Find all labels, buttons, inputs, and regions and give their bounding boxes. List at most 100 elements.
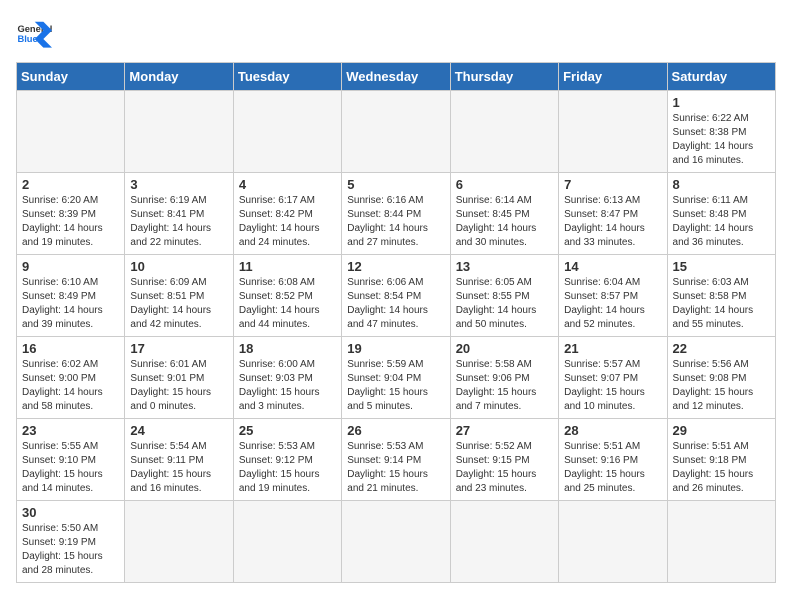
calendar-cell: 22 Sunrise: 5:56 AM Sunset: 9:08 PM Dayli…: [667, 337, 775, 419]
day-info: Sunrise: 6:16 AM Sunset: 8:44 PM Dayligh…: [347, 194, 444, 250]
calendar-cell: [233, 91, 341, 173]
svg-text:Blue: Blue: [17, 34, 37, 44]
calendar-cell: 13 Sunrise: 6:05 AM Sunset: 8:55 PM Dayli…: [450, 255, 558, 337]
calendar-cell: 24Sunrise: 5:54 AM Sunset: 9:11 PM Dayli…: [125, 419, 233, 501]
day-info: Sunrise: 6:19 AM Sunset: 8:41 PM Dayligh…: [130, 194, 227, 250]
calendar-cell: [559, 91, 667, 173]
day-number: 30: [22, 505, 119, 520]
calendar-table: SundayMondayTuesdayWednesdayThursdayFrid…: [16, 62, 776, 583]
day-header-friday: Friday: [559, 63, 667, 91]
calendar-cell: [450, 501, 558, 583]
day-info: Sunrise: 6:09 AM Sunset: 8:51 PM Dayligh…: [130, 276, 227, 332]
day-number: 10: [130, 259, 227, 274]
day-number: 20: [456, 341, 553, 356]
calendar-week-row: 1Sunrise: 6:22 AM Sunset: 8:38 PM Daylig…: [17, 91, 776, 173]
calendar-cell: 4Sunrise: 6:17 AM Sunset: 8:42 PM Daylig…: [233, 173, 341, 255]
calendar-cell: 8Sunrise: 6:11 AM Sunset: 8:48 PM Daylig…: [667, 173, 775, 255]
day-number: 18: [239, 341, 336, 356]
calendar-cell: 29 Sunrise: 5:51 AM Sunset: 9:18 PM Dayli…: [667, 419, 775, 501]
day-number: 26: [347, 423, 444, 438]
day-number: 4: [239, 177, 336, 192]
day-number: 22: [673, 341, 770, 356]
calendar-cell: 10 Sunrise: 6:09 AM Sunset: 8:51 PM Dayli…: [125, 255, 233, 337]
calendar-cell: 12Sunrise: 6:06 AM Sunset: 8:54 PM Dayli…: [342, 255, 450, 337]
day-number: 23: [22, 423, 119, 438]
calendar-header-row: SundayMondayTuesdayWednesdayThursdayFrid…: [17, 63, 776, 91]
day-header-monday: Monday: [125, 63, 233, 91]
day-info: Sunrise: 6:03 AM Sunset: 8:58 PM Dayligh…: [673, 276, 770, 332]
day-header-thursday: Thursday: [450, 63, 558, 91]
calendar-cell: 7Sunrise: 6:13 AM Sunset: 8:47 PM Daylig…: [559, 173, 667, 255]
day-number: 9: [22, 259, 119, 274]
day-info: Sunrise: 6:05 AM Sunset: 8:55 PM Dayligh…: [456, 276, 553, 332]
day-number: 14: [564, 259, 661, 274]
calendar-cell: 18 Sunrise: 6:00 AM Sunset: 9:03 PM Dayli…: [233, 337, 341, 419]
calendar-cell: 3Sunrise: 6:19 AM Sunset: 8:41 PM Daylig…: [125, 173, 233, 255]
day-header-saturday: Saturday: [667, 63, 775, 91]
calendar-cell: 2Sunrise: 6:20 AM Sunset: 8:39 PM Daylig…: [17, 173, 125, 255]
day-info: Sunrise: 6:01 AM Sunset: 9:01 PM Dayligh…: [130, 358, 227, 414]
calendar-cell: 6Sunrise: 6:14 AM Sunset: 8:45 PM Daylig…: [450, 173, 558, 255]
calendar-cell: [233, 501, 341, 583]
day-number: 17: [130, 341, 227, 356]
day-info: Sunrise: 5:53 AM Sunset: 9:14 PM Dayligh…: [347, 440, 444, 496]
day-header-wednesday: Wednesday: [342, 63, 450, 91]
day-info: Sunrise: 5:58 AM Sunset: 9:06 PM Dayligh…: [456, 358, 553, 414]
day-info: Sunrise: 5:53 AM Sunset: 9:12 PM Dayligh…: [239, 440, 336, 496]
calendar-cell: 26 Sunrise: 5:53 AM Sunset: 9:14 PM Dayli…: [342, 419, 450, 501]
calendar-cell: 19 Sunrise: 5:59 AM Sunset: 9:04 PM Dayli…: [342, 337, 450, 419]
day-number: 15: [673, 259, 770, 274]
calendar-week-row: 16Sunrise: 6:02 AM Sunset: 9:00 PM Dayli…: [17, 337, 776, 419]
calendar-cell: 27 Sunrise: 5:52 AM Sunset: 9:15 PM Dayli…: [450, 419, 558, 501]
logo: General Blue: [16, 16, 52, 52]
day-number: 29: [673, 423, 770, 438]
day-number: 13: [456, 259, 553, 274]
calendar-cell: 9 Sunrise: 6:10 AM Sunset: 8:49 PM Daylig…: [17, 255, 125, 337]
day-info: Sunrise: 5:59 AM Sunset: 9:04 PM Dayligh…: [347, 358, 444, 414]
day-info: Sunrise: 5:57 AM Sunset: 9:07 PM Dayligh…: [564, 358, 661, 414]
day-info: Sunrise: 5:51 AM Sunset: 9:18 PM Dayligh…: [673, 440, 770, 496]
day-info: Sunrise: 6:13 AM Sunset: 8:47 PM Dayligh…: [564, 194, 661, 250]
calendar-cell: 11Sunrise: 6:08 AM Sunset: 8:52 PM Dayli…: [233, 255, 341, 337]
logo-icon: General Blue: [16, 16, 52, 52]
day-number: 5: [347, 177, 444, 192]
calendar-cell: 30 Sunrise: 5:50 AM Sunset: 9:19 PM Dayli…: [17, 501, 125, 583]
day-number: 21: [564, 341, 661, 356]
calendar-cell: 16Sunrise: 6:02 AM Sunset: 9:00 PM Dayli…: [17, 337, 125, 419]
calendar-cell: [17, 91, 125, 173]
day-number: 8: [673, 177, 770, 192]
calendar-week-row: 30 Sunrise: 5:50 AM Sunset: 9:19 PM Dayli…: [17, 501, 776, 583]
calendar-cell: 15 Sunrise: 6:03 AM Sunset: 8:58 PM Dayli…: [667, 255, 775, 337]
calendar-cell: [559, 501, 667, 583]
day-info: Sunrise: 5:54 AM Sunset: 9:11 PM Dayligh…: [130, 440, 227, 496]
calendar-cell: [125, 91, 233, 173]
calendar-cell: [342, 501, 450, 583]
day-number: 27: [456, 423, 553, 438]
day-info: Sunrise: 6:08 AM Sunset: 8:52 PM Dayligh…: [239, 276, 336, 332]
day-info: Sunrise: 5:55 AM Sunset: 9:10 PM Dayligh…: [22, 440, 119, 496]
page-header: General Blue: [16, 16, 776, 52]
calendar-cell: 20 Sunrise: 5:58 AM Sunset: 9:06 PM Dayli…: [450, 337, 558, 419]
day-info: Sunrise: 5:52 AM Sunset: 9:15 PM Dayligh…: [456, 440, 553, 496]
calendar-week-row: 2Sunrise: 6:20 AM Sunset: 8:39 PM Daylig…: [17, 173, 776, 255]
day-info: Sunrise: 5:56 AM Sunset: 9:08 PM Dayligh…: [673, 358, 770, 414]
day-info: Sunrise: 6:10 AM Sunset: 8:49 PM Dayligh…: [22, 276, 119, 332]
calendar-cell: 17 Sunrise: 6:01 AM Sunset: 9:01 PM Dayli…: [125, 337, 233, 419]
day-info: Sunrise: 6:22 AM Sunset: 8:38 PM Dayligh…: [673, 112, 770, 168]
calendar-cell: [450, 91, 558, 173]
calendar-cell: 5 Sunrise: 6:16 AM Sunset: 8:44 PM Daylig…: [342, 173, 450, 255]
day-info: Sunrise: 6:02 AM Sunset: 9:00 PM Dayligh…: [22, 358, 119, 414]
day-info: Sunrise: 6:04 AM Sunset: 8:57 PM Dayligh…: [564, 276, 661, 332]
day-info: Sunrise: 6:06 AM Sunset: 8:54 PM Dayligh…: [347, 276, 444, 332]
calendar-cell: 21 Sunrise: 5:57 AM Sunset: 9:07 PM Dayli…: [559, 337, 667, 419]
calendar-cell: 28 Sunrise: 5:51 AM Sunset: 9:16 PM Dayli…: [559, 419, 667, 501]
day-info: Sunrise: 5:50 AM Sunset: 9:19 PM Dayligh…: [22, 522, 119, 578]
day-number: 19: [347, 341, 444, 356]
calendar-week-row: 9 Sunrise: 6:10 AM Sunset: 8:49 PM Daylig…: [17, 255, 776, 337]
day-info: Sunrise: 6:00 AM Sunset: 9:03 PM Dayligh…: [239, 358, 336, 414]
day-info: Sunrise: 6:14 AM Sunset: 8:45 PM Dayligh…: [456, 194, 553, 250]
calendar-cell: 25Sunrise: 5:53 AM Sunset: 9:12 PM Dayli…: [233, 419, 341, 501]
day-info: Sunrise: 5:51 AM Sunset: 9:16 PM Dayligh…: [564, 440, 661, 496]
calendar-cell: [125, 501, 233, 583]
day-number: 28: [564, 423, 661, 438]
